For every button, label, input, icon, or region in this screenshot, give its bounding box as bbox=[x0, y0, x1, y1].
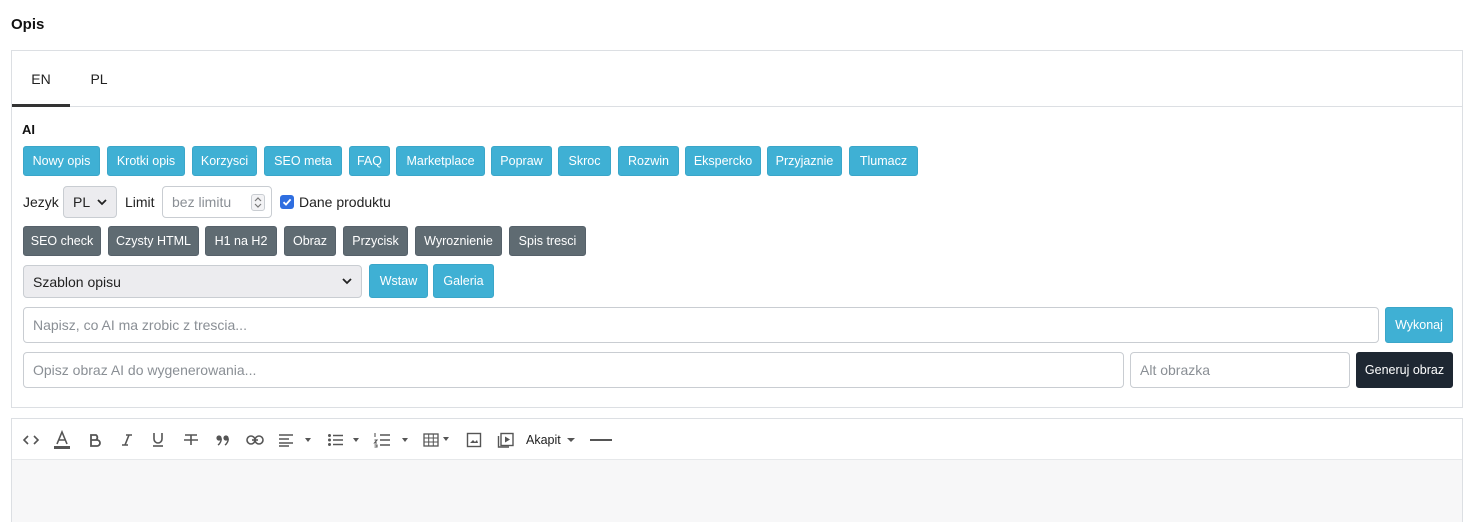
benefits-button[interactable]: Korzysci bbox=[192, 146, 257, 176]
generate-image-button[interactable]: Generuj obraz bbox=[1356, 352, 1453, 388]
limit-placeholder: bez limitu bbox=[172, 194, 232, 210]
font-color-icon[interactable] bbox=[52, 429, 72, 451]
image-alt-placeholder: Alt obrazka bbox=[1140, 362, 1211, 378]
template-value: Szablon opisu bbox=[33, 273, 121, 290]
expand-button[interactable]: Rozwin bbox=[618, 146, 679, 176]
highlight-button[interactable]: Wyroznienie bbox=[415, 226, 502, 256]
language-value: PL bbox=[73, 194, 91, 210]
table-icon bbox=[423, 433, 449, 447]
limit-spinner[interactable] bbox=[251, 194, 265, 211]
bold-icon[interactable] bbox=[86, 429, 104, 451]
code-view-icon[interactable] bbox=[20, 429, 42, 451]
table-dropdown[interactable] bbox=[422, 429, 454, 451]
button-tool-button[interactable]: Przycisk bbox=[343, 226, 408, 256]
template-select[interactable]: Szablon opisu bbox=[23, 265, 362, 298]
underline-icon[interactable] bbox=[149, 429, 167, 451]
strikethrough-icon[interactable] bbox=[181, 429, 201, 451]
prompt-row: Napisz, co AI ma zrobic z trescia... Wyk… bbox=[12, 307, 1462, 344]
clean-html-button[interactable]: Czysty HTML bbox=[108, 226, 199, 256]
language-tabs: EN PL bbox=[11, 50, 1463, 107]
align-icon bbox=[279, 434, 311, 447]
gallery-button[interactable]: Galeria bbox=[433, 264, 494, 298]
image-icon[interactable] bbox=[464, 429, 484, 451]
paragraph-format-dropdown[interactable]: Akapit bbox=[526, 429, 578, 451]
ai-prompt-input[interactable]: Napisz, co AI ma zrobic z trescia... bbox=[23, 307, 1379, 343]
tab-en[interactable]: EN bbox=[12, 51, 70, 107]
align-dropdown[interactable] bbox=[276, 429, 316, 451]
chevron-down-icon bbox=[342, 278, 352, 285]
html-tools-row: SEO check Czysty HTML H1 na H2 Obraz Prz… bbox=[12, 226, 1462, 258]
translate-button[interactable]: Tlumacz bbox=[849, 146, 918, 176]
chevron-down-icon bbox=[97, 199, 107, 206]
spinner-arrows-icon bbox=[254, 197, 262, 208]
bulleted-list-icon bbox=[328, 434, 359, 446]
editor-content-area[interactable] bbox=[12, 460, 1462, 522]
rich-text-editor: Akapit bbox=[11, 418, 1463, 522]
shorten-button[interactable]: Skroc bbox=[558, 146, 611, 176]
editor-toolbar: Akapit bbox=[12, 419, 1462, 460]
horizontal-line-icon[interactable] bbox=[589, 429, 613, 451]
limit-label: Limit bbox=[125, 194, 155, 210]
image-prompt-placeholder: Opisz obraz AI do wygenerowania... bbox=[33, 362, 257, 378]
language-select[interactable]: PL bbox=[63, 186, 117, 218]
chevron-down-icon bbox=[566, 438, 575, 442]
image-prompt-input[interactable]: Opisz obraz AI do wygenerowania... bbox=[23, 352, 1124, 388]
execute-button[interactable]: Wykonaj bbox=[1385, 307, 1453, 343]
product-data-checkbox[interactable] bbox=[280, 195, 294, 209]
marketplace-button[interactable]: Marketplace bbox=[396, 146, 485, 176]
tab-pl[interactable]: PL bbox=[70, 51, 128, 107]
section-title: Opis bbox=[11, 16, 45, 33]
product-data-label: Dane produktu bbox=[299, 194, 391, 210]
new-description-button[interactable]: Nowy opis bbox=[23, 146, 100, 176]
friendly-button[interactable]: Przyjaznie bbox=[767, 146, 842, 176]
video-icon[interactable] bbox=[495, 429, 517, 451]
h1-to-h2-button[interactable]: H1 na H2 bbox=[205, 226, 277, 256]
numbered-list-dropdown[interactable] bbox=[372, 429, 412, 451]
language-label: Jezyk bbox=[23, 194, 59, 210]
template-row: Szablon opisu Wstaw Galeria bbox=[12, 264, 1462, 300]
bulleted-list-dropdown[interactable] bbox=[325, 429, 365, 451]
italic-icon[interactable] bbox=[118, 429, 136, 451]
numbered-list-icon bbox=[373, 433, 408, 448]
table-of-contents-button[interactable]: Spis tresci bbox=[509, 226, 586, 256]
ai-actions-row: Nowy opis Krotki opis Korzysci SEO meta … bbox=[12, 146, 1462, 178]
image-alt-input[interactable]: Alt obrazka bbox=[1130, 352, 1350, 388]
paragraph-format-label: Akapit bbox=[526, 433, 561, 447]
improve-button[interactable]: Popraw bbox=[491, 146, 552, 176]
seo-check-button[interactable]: SEO check bbox=[23, 226, 101, 256]
link-icon[interactable] bbox=[244, 429, 266, 451]
check-icon bbox=[282, 198, 292, 206]
limit-input[interactable]: bez limitu bbox=[162, 186, 272, 218]
ai-label: AI bbox=[22, 122, 35, 137]
ai-options-row: Jezyk PL Limit bez limitu Dane produktu bbox=[12, 185, 1462, 219]
short-description-button[interactable]: Krotki opis bbox=[107, 146, 185, 176]
faq-button[interactable]: FAQ bbox=[349, 146, 390, 176]
expert-button[interactable]: Ekspercko bbox=[685, 146, 761, 176]
ai-prompt-placeholder: Napisz, co AI ma zrobic z trescia... bbox=[33, 317, 247, 333]
ai-panel: AI Nowy opis Krotki opis Korzysci SEO me… bbox=[11, 107, 1463, 408]
blockquote-icon[interactable] bbox=[214, 429, 232, 451]
image-tool-button[interactable]: Obraz bbox=[284, 226, 336, 256]
seo-meta-button[interactable]: SEO meta bbox=[264, 146, 342, 176]
image-generation-row: Opisz obraz AI do wygenerowania... Alt o… bbox=[12, 352, 1462, 389]
insert-button[interactable]: Wstaw bbox=[369, 264, 428, 298]
